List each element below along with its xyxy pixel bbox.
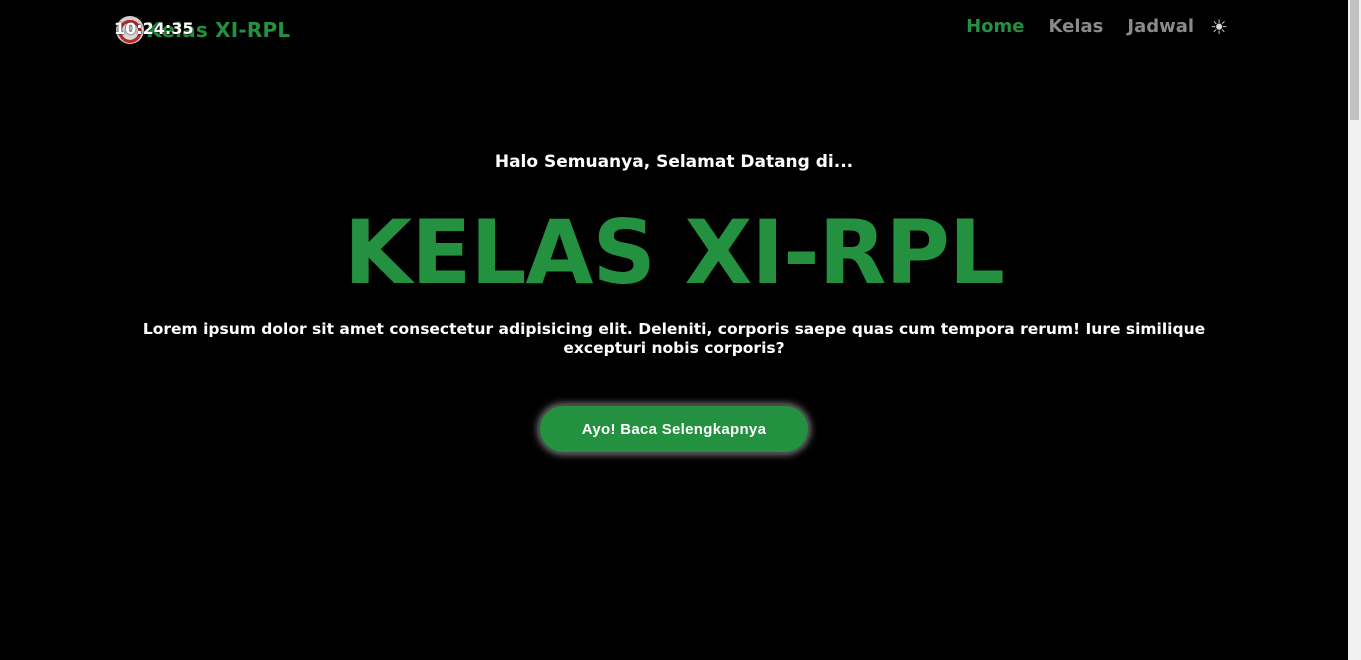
- sun-icon[interactable]: ☀: [1210, 17, 1228, 37]
- page: Kelas XI-RPL 10:24:35 Home Kelas Jadwal …: [0, 0, 1361, 660]
- nav-link-home[interactable]: Home: [966, 16, 1024, 37]
- read-more-button[interactable]: Ayo! Baca Selengkapnya: [538, 404, 810, 454]
- hero-greeting: Halo Semuanya, Selamat Datang di...: [494, 152, 854, 172]
- hero-description: Lorem ipsum dolor sit amet consectetur a…: [142, 320, 1206, 357]
- nav-link-jadwal[interactable]: Jadwal: [1127, 16, 1194, 37]
- clock-time: 10:24:35: [114, 19, 194, 38]
- nav-links: Home Kelas Jadwal ☀: [966, 16, 1228, 37]
- navbar: Kelas XI-RPL 10:24:35 Home Kelas Jadwal …: [0, 0, 1348, 60]
- nav-link-kelas[interactable]: Kelas: [1049, 16, 1104, 37]
- scrollbar-thumb[interactable]: [1350, 0, 1359, 120]
- hero-title: KELAS XI-RPL: [344, 201, 1005, 304]
- vertical-scrollbar[interactable]: [1348, 0, 1361, 660]
